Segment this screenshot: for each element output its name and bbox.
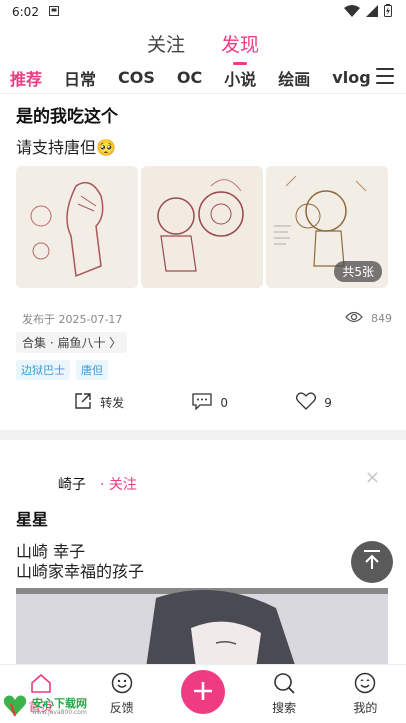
post-actions: 转发 0 9: [0, 392, 406, 413]
post-image[interactable]: [141, 166, 263, 288]
post-image[interactable]: [16, 588, 388, 664]
category-oc[interactable]: OC: [177, 68, 202, 87]
profile-icon: [354, 672, 376, 697]
post-text-line: 山崎家幸福的孩子: [16, 562, 145, 581]
tag-chip[interactable]: 唐但: [76, 360, 108, 380]
status-time: 6:02: [12, 5, 39, 19]
battery-icon: [384, 4, 392, 20]
smile-icon: [111, 672, 133, 697]
nav-publish[interactable]: [173, 670, 233, 714]
plus-icon: [192, 680, 214, 705]
view-count: 849: [371, 312, 392, 325]
post-date: 发布于 2025-07-17: [22, 312, 123, 326]
follow-button[interactable]: · 关注: [100, 474, 137, 494]
category-cos[interactable]: COS: [118, 68, 155, 87]
nav-feedback-label: 反馈: [109, 701, 134, 715]
tag-chip[interactable]: 边狱巴士: [16, 360, 70, 380]
heart-icon: [296, 392, 317, 413]
post-card[interactable]: 是的我吃这个 请支持唐但🥺 共5张 发布于 2025-07-17 849 合集 …: [0, 96, 406, 426]
post-text: 请支持唐但🥺: [16, 138, 116, 157]
eye-icon: [345, 310, 363, 327]
share-button[interactable]: 转发: [74, 392, 124, 413]
nav-search[interactable]: 搜索: [254, 672, 314, 716]
tag-list: 边狱巴士 唐但: [16, 360, 108, 380]
post-title: 星星: [16, 510, 49, 529]
nav-search-label: 搜索: [272, 701, 297, 715]
collection-link[interactable]: 合集 · 扁鱼八十 〉: [16, 332, 128, 353]
comment-button[interactable]: 0: [192, 392, 228, 413]
watermark-name: 安心下载网: [32, 697, 87, 710]
watermark: 安心下载网 www.java800.com: [2, 692, 87, 722]
nav-mine[interactable]: 我的: [335, 672, 395, 716]
category-menu-icon[interactable]: [376, 68, 394, 84]
publish-button[interactable]: [180, 670, 225, 714]
wifi-icon: [344, 4, 360, 20]
post-image[interactable]: [16, 166, 138, 288]
top-tabs: 关注 发现: [0, 26, 406, 65]
post-meta: 发布于 2025-07-17 849: [22, 310, 392, 327]
post-image[interactable]: 共5张: [266, 166, 388, 288]
category-novel[interactable]: 小说: [224, 66, 256, 90]
category-painting[interactable]: 绘画: [278, 66, 310, 90]
feed-divider: [0, 430, 406, 440]
post-images: 共5张: [16, 166, 388, 288]
like-button[interactable]: 9: [296, 392, 332, 413]
post-title: 是的我吃这个: [16, 107, 118, 127]
nav-mine-label: 我的: [353, 701, 378, 715]
avatar[interactable]: [16, 470, 44, 498]
tab-discover[interactable]: 发现: [221, 30, 259, 65]
like-count: 9: [324, 395, 332, 410]
scroll-to-top-button[interactable]: [351, 541, 393, 583]
category-tabs: 推荐 日常 COS OC 小说 绘画 vlog: [0, 62, 406, 94]
share-icon: [74, 392, 92, 413]
author-name[interactable]: 崎子: [58, 474, 86, 494]
tab-following[interactable]: 关注: [147, 30, 185, 57]
category-daily[interactable]: 日常: [64, 66, 96, 90]
search-icon: [273, 672, 295, 697]
notification-icon: [48, 5, 59, 19]
close-icon[interactable]: ✕: [365, 468, 380, 489]
status-bar: 6:02: [0, 0, 406, 24]
comment-count: 0: [220, 395, 228, 410]
arrow-up-icon: [361, 549, 383, 575]
category-vlog[interactable]: vlog: [332, 68, 370, 87]
nav-feedback[interactable]: 反馈: [92, 672, 152, 716]
comment-icon: [192, 392, 213, 413]
views: 849: [345, 310, 392, 327]
author-row: 崎子 · 关注: [16, 470, 137, 498]
share-label: 转发: [100, 396, 125, 410]
image-count-badge: 共5张: [334, 261, 382, 282]
watermark-logo-icon: [2, 692, 28, 722]
signal-icon: [366, 4, 378, 20]
post-card[interactable]: 崎子 · 关注 ✕ 星星 山崎 幸子 山崎家幸福的孩子: [0, 440, 406, 664]
watermark-url: www.java800.com: [32, 709, 87, 716]
category-recommended[interactable]: 推荐: [10, 66, 42, 90]
